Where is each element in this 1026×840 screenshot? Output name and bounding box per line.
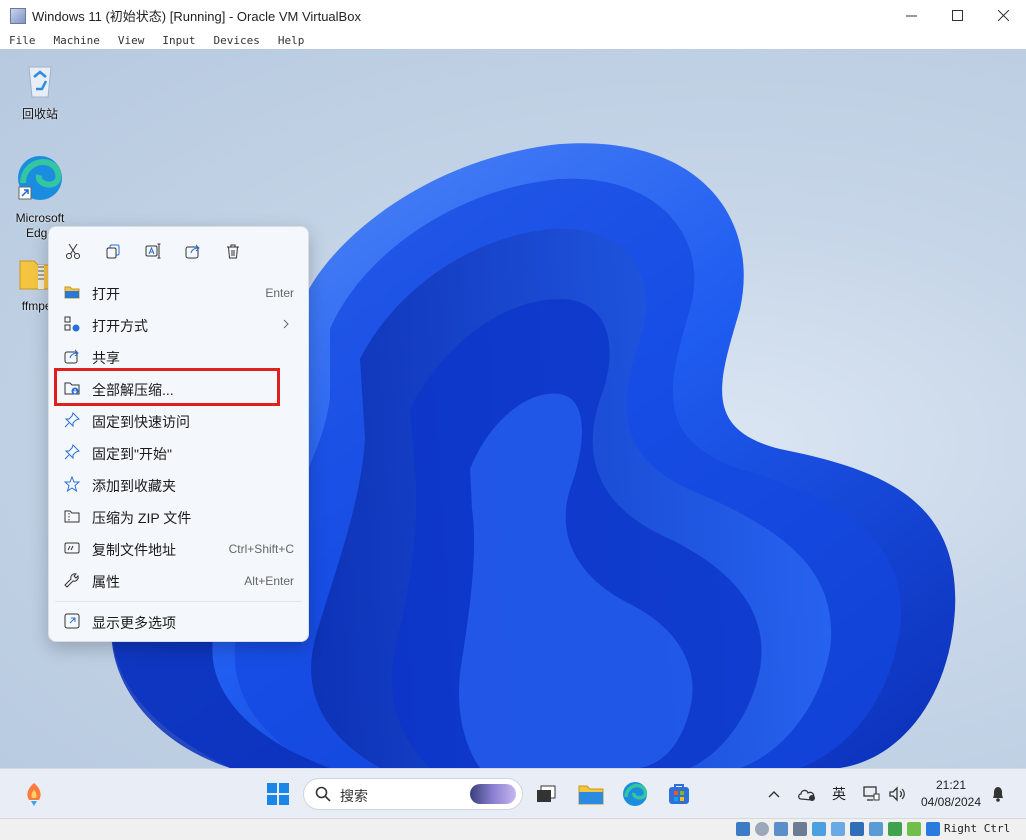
search-placeholder: 搜索 [340, 788, 368, 804]
edge-icon [8, 153, 72, 207]
menu-file[interactable]: File [9, 34, 36, 47]
title-bar: Windows 11 (初始状态) [Running] - Oracle VM … [0, 0, 1026, 31]
menu-machine[interactable]: Machine [54, 34, 100, 47]
start-icon[interactable] [262, 778, 294, 810]
menu-devices[interactable]: Devices [213, 34, 259, 47]
window-controls [888, 0, 1026, 31]
menu-help[interactable]: Help [278, 34, 305, 47]
pin-icon [64, 412, 80, 428]
copy-path-icon [64, 542, 80, 554]
audio-icon[interactable] [774, 822, 788, 836]
search-icon [315, 786, 331, 802]
store-icon[interactable] [663, 778, 695, 810]
mouse-integration-icon[interactable] [907, 822, 921, 836]
maximize-icon[interactable] [934, 0, 980, 31]
menu-input[interactable]: Input [162, 34, 195, 47]
shared-folders-icon[interactable] [831, 822, 845, 836]
usb-icon[interactable] [812, 822, 826, 836]
cut-icon[interactable] [63, 241, 83, 261]
display-icon[interactable] [850, 822, 864, 836]
window-title: Windows 11 (初始状态) [Running] - Oracle VM … [32, 9, 361, 24]
menu-bar: File Machine View Input Devices Help [0, 31, 1026, 49]
input-method-indicator[interactable]: 英 [828, 778, 850, 810]
menu-item-pin-quick-access[interactable]: 固定到快速访问 [55, 405, 302, 435]
star-icon [64, 476, 80, 492]
menu-item-more-options[interactable]: 显示更多选项 [55, 606, 302, 636]
open-with-icon [64, 316, 80, 332]
menu-item-pin-start[interactable]: 固定到"开始" [55, 437, 302, 467]
menu-separator [55, 601, 302, 602]
clock-time: 21:21 [935, 778, 967, 792]
file-explorer-icon[interactable] [575, 778, 607, 810]
menu-item-open[interactable]: 打开 Enter [55, 277, 302, 307]
menu-item-copy-path[interactable]: 复制文件地址 Ctrl+Shift+C [55, 533, 302, 563]
search-highlight-art [470, 784, 516, 804]
clock-date: 04/08/2024 [920, 795, 982, 809]
chevron-up-icon[interactable] [764, 778, 784, 810]
widgets-icon[interactable] [18, 778, 50, 810]
delete-icon[interactable] [223, 241, 243, 261]
menu-item-open-with[interactable]: 打开方式 [55, 309, 302, 339]
menu-view[interactable]: View [118, 34, 145, 47]
menu-item-properties[interactable]: 属性 Alt+Enter [55, 565, 302, 595]
chevron-right-icon [283, 319, 289, 329]
more-options-icon [64, 613, 80, 629]
network-adapter-icon[interactable] [793, 822, 807, 836]
folder-open-icon [64, 286, 80, 299]
context-menu: 打开 Enter 打开方式 共享 全部解压缩... 固定到快速访问 固定到"开始… [48, 226, 309, 642]
rename-icon[interactable] [143, 241, 163, 261]
keyboard-capture-icon[interactable] [926, 822, 940, 836]
highlight-box [54, 368, 280, 406]
recording-icon[interactable] [869, 822, 883, 836]
menu-item-share[interactable]: 共享 [55, 341, 302, 371]
task-view-icon[interactable] [530, 778, 562, 810]
wrench-icon [64, 573, 79, 588]
zip-icon [64, 510, 80, 523]
share-icon[interactable] [183, 241, 203, 261]
desktop-icon-label: 回收站 [21, 107, 58, 121]
share-icon [64, 349, 79, 364]
desktop-icon-recycle-bin[interactable]: 回收站 [8, 59, 72, 122]
notification-bell-icon[interactable] [988, 778, 1008, 810]
vbox-status-bar: Right Ctrl [0, 818, 1026, 840]
edge-taskbar-icon[interactable] [619, 778, 651, 810]
pin-start-icon [64, 444, 80, 460]
hard-disk-icon[interactable] [736, 822, 750, 836]
optical-drive-icon[interactable] [755, 822, 769, 836]
cpu-icon[interactable] [888, 822, 902, 836]
close-icon[interactable] [980, 0, 1026, 31]
volume-icon[interactable] [886, 778, 908, 810]
host-key-label: Right Ctrl [944, 822, 1011, 835]
recycle-bin-icon [8, 59, 72, 103]
minimize-icon[interactable] [888, 0, 934, 31]
virtualbox-app-icon [10, 7, 26, 24]
taskbar: 搜索 英 21:21 04/08/2024 [0, 768, 1026, 819]
menu-item-compress-zip[interactable]: 压缩为 ZIP 文件 [55, 501, 302, 531]
taskbar-clock[interactable]: 21:21 04/08/2024 [914, 777, 988, 811]
onedrive-icon[interactable] [795, 778, 819, 810]
quick-actions [49, 227, 308, 273]
copy-icon[interactable] [103, 241, 123, 261]
menu-item-add-favorites[interactable]: 添加到收藏夹 [55, 469, 302, 499]
network-icon[interactable] [860, 778, 882, 810]
taskbar-search-box[interactable]: 搜索 [303, 778, 523, 810]
